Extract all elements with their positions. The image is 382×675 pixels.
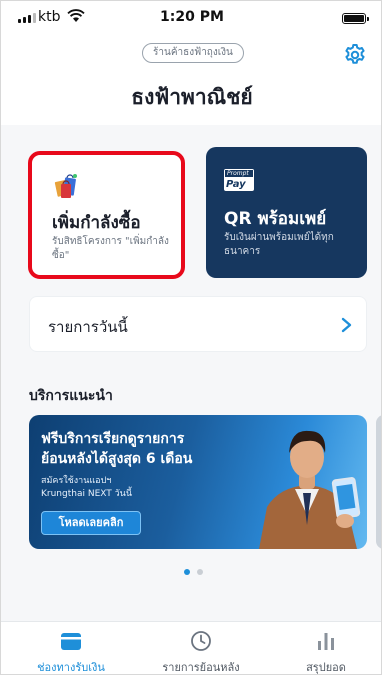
- tab-receive-channels[interactable]: ช่องทางรับเงิน: [23, 622, 119, 674]
- next-banner-peek[interactable]: [376, 415, 381, 549]
- boost-card-subtitle: รับสิทธิโครงการ "เพิ่มกำลังซื้อ": [52, 236, 169, 261]
- presenter-image: [259, 430, 361, 549]
- store-type-badge: ร้านค้าธงฟ้าถุงเงิน: [142, 43, 244, 63]
- carousel-dots: [184, 569, 203, 575]
- today-transactions-row[interactable]: รายการวันนี้: [29, 296, 367, 352]
- today-transactions-label: รายการวันนี้: [48, 318, 128, 336]
- chevron-right-icon: [341, 317, 352, 333]
- header: ร้านค้าธงฟ้าถุงเงิน ธงฟ้าพาณิชย์: [1, 35, 381, 125]
- banner-subtext-2: Krungthai NEXT วันนี้: [41, 489, 132, 499]
- tab-receive-channels-label: ช่องทางรับเงิน: [37, 661, 105, 674]
- promptpay-qr-card[interactable]: Prompt Pay QR พร้อมเพย์ รับเงินผ่านพร้อม…: [206, 147, 367, 278]
- qr-card-title: QR พร้อมเพย์: [224, 209, 327, 229]
- banner-download-button[interactable]: โหลดเลยคลิก: [41, 511, 141, 535]
- carousel-dot-2[interactable]: [197, 569, 203, 575]
- qr-card-subtitle: รับเงินผ่านพร้อมเพย์ได้ทุกธนาคาร: [224, 232, 334, 257]
- promptpay-logo: Prompt Pay: [224, 169, 254, 191]
- shopping-bags-icon: [54, 174, 77, 198]
- status-time: 1:20 PM: [160, 9, 224, 25]
- tab-summary-label: สรุปยอด: [306, 661, 346, 674]
- bar-chart-icon: [318, 633, 334, 650]
- promptpay-logo-top: Prompt: [224, 169, 254, 178]
- banner-headline-2: ย้อนหลังได้สูงสุด 6 เดือน: [41, 448, 192, 470]
- bottom-tab-bar: ช่องทางรับเงิน รายการย้อนหลัง สรุปยอด: [1, 621, 381, 674]
- carousel-dot-1[interactable]: [184, 569, 190, 575]
- shop-name: ธงฟ้าพาณิชย์: [131, 85, 253, 109]
- banner-headline-2-prefix: ย้อนหลังได้สูงสุด: [41, 451, 141, 467]
- gear-icon[interactable]: [343, 43, 367, 67]
- promo-banner[interactable]: ฟรีบริการเรียกดูรายการ ย้อนหลังได้สูงสุด…: [29, 415, 367, 549]
- tab-summary[interactable]: สรุปยอด: [291, 622, 361, 674]
- app-screen: ktb 1:20 PM ร้านค้าธงฟ้าถุงเงิน ธงฟ้าพาณ…: [0, 0, 382, 675]
- banner-headline-2-highlight: 6 เดือน: [145, 451, 193, 467]
- tab-history[interactable]: รายการย้อนหลัง: [141, 622, 261, 674]
- recommended-section-title: บริการแนะนำ: [29, 388, 113, 404]
- status-bar: ktb 1:20 PM: [1, 1, 381, 35]
- banner-subtext-1: สมัครใช้งานแอปฯ: [41, 476, 112, 486]
- tab-history-label: รายการย้อนหลัง: [162, 661, 240, 674]
- wallet-icon: [61, 633, 81, 650]
- boost-card-title: เพิ่มกำลังซื้อ: [52, 213, 141, 233]
- boost-purchasing-card[interactable]: เพิ่มกำลังซื้อ รับสิทธิโครงการ "เพิ่มกำล…: [28, 151, 185, 279]
- battery-icon: [342, 13, 369, 24]
- banner-headline-1: ฟรีบริการเรียกดูรายการ: [41, 431, 185, 447]
- clock-icon: [191, 631, 211, 651]
- promptpay-logo-bottom: Pay: [226, 179, 246, 190]
